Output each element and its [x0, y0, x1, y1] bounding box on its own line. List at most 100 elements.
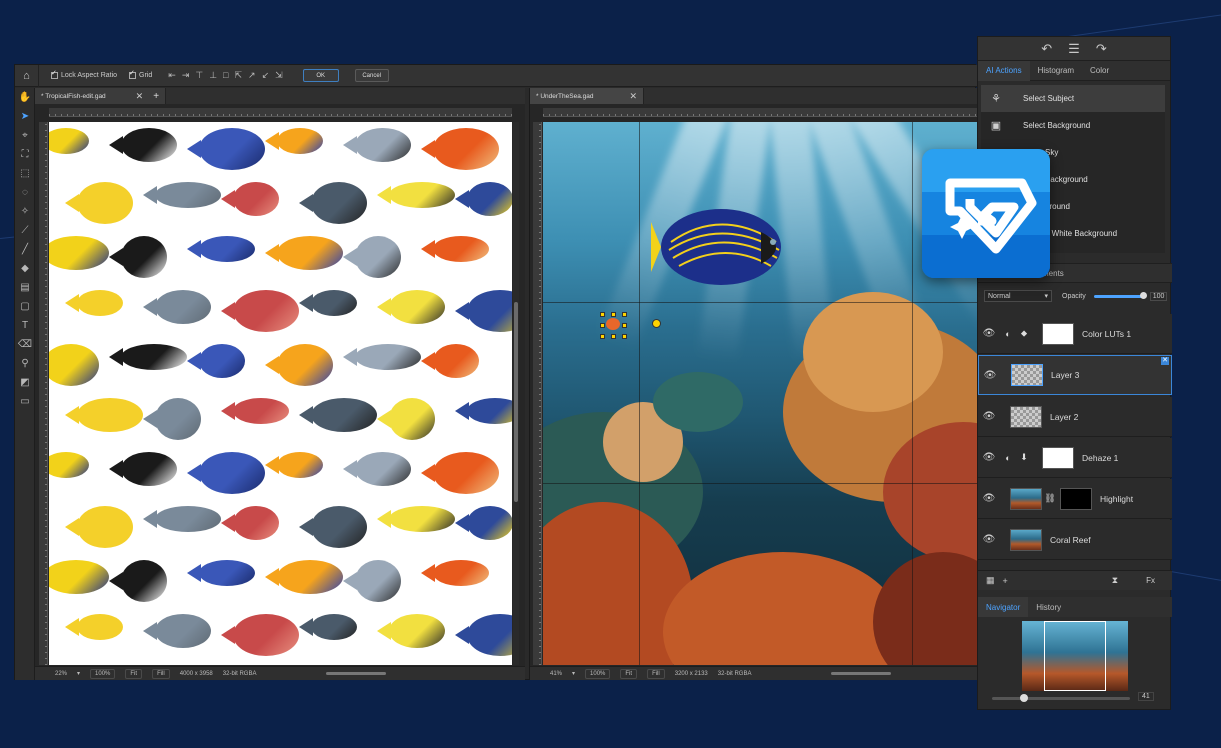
gradient-tool-icon[interactable]: ▤	[15, 278, 35, 297]
add-layer-icon[interactable]: +	[1003, 576, 1008, 586]
tab-color[interactable]: Color	[1082, 61, 1117, 81]
align-right-icon[interactable]: ⇥	[182, 70, 190, 81]
fish-canvas[interactable]	[49, 122, 512, 665]
horizontal-scrollbar[interactable]	[831, 672, 892, 675]
layer-row[interactable]: 👁 Coral Reef	[978, 520, 1172, 560]
ai-action-select-background[interactable]: ▣ Select Background	[981, 112, 1165, 139]
align-center-icon[interactable]: □	[223, 70, 228, 81]
vertical-scrollbar[interactable]	[513, 122, 519, 665]
eye-icon[interactable]: 👁	[979, 370, 1001, 381]
lasso-tool-icon[interactable]: ◌	[15, 183, 35, 202]
color-swatches-icon[interactable]: ◩	[15, 373, 35, 392]
angelfish[interactable]	[651, 202, 801, 292]
fit-button[interactable]: Fit	[125, 668, 143, 679]
merge-icon[interactable]: ⧗	[1112, 575, 1118, 586]
eye-icon[interactable]: 👁	[978, 328, 1000, 339]
layer-row[interactable]: 👁 ◐ ⬇ Dehaze 1	[978, 438, 1172, 478]
selection-handle[interactable]	[611, 312, 616, 317]
close-icon[interactable]: ✕	[1161, 357, 1169, 365]
marquee-tool-icon[interactable]: ⬚	[15, 164, 35, 183]
eyedropper-tool-icon[interactable]: ⟋	[15, 221, 35, 240]
selection-handle[interactable]	[600, 323, 605, 328]
layer-row[interactable]: 👁 ◐ ⬥ Color LUTs 1	[978, 314, 1172, 354]
layer-row[interactable]: 👁 ⛓ Highlight	[978, 479, 1172, 519]
opacity-slider[interactable]	[1093, 291, 1147, 299]
selection-handle[interactable]	[622, 323, 627, 328]
tab-navigator[interactable]: Navigator	[978, 597, 1029, 617]
crop-tool-icon[interactable]: ⛶	[15, 145, 35, 164]
chevron-down-icon[interactable]: ▾	[572, 670, 575, 677]
horizontal-scrollbar[interactable]	[326, 672, 387, 675]
align-left-icon[interactable]: ⇤	[168, 70, 176, 81]
zoom-level[interactable]: 41%	[550, 671, 562, 677]
align-corner-br-icon[interactable]: ⇲	[275, 70, 283, 81]
move-tool-icon[interactable]: ➤	[15, 107, 35, 126]
grid-checkbox[interactable]: Grid	[129, 69, 152, 79]
eye-icon[interactable]: 👁	[978, 534, 1000, 545]
tab-histogram[interactable]: Histogram	[1030, 61, 1082, 81]
selection-handle[interactable]	[600, 312, 605, 317]
doc-tab[interactable]: * TropicalFish-edit.gad ✕ +	[35, 88, 167, 104]
layer-row[interactable]: 👁 Layer 2	[978, 397, 1172, 437]
scroll-thumb[interactable]	[514, 302, 518, 502]
eye-icon[interactable]: 👁	[978, 411, 1000, 422]
lock-aspect-ratio-checkbox[interactable]: Lock Aspect Ratio	[51, 69, 117, 79]
fill-tool-icon[interactable]: ◆	[15, 259, 35, 278]
selection-handle[interactable]	[611, 334, 616, 339]
transform-tool-icon[interactable]: ⌖	[15, 126, 35, 145]
navigator-viewport[interactable]	[1044, 621, 1106, 691]
tab-history[interactable]: History	[1028, 597, 1069, 617]
chevron-down-icon[interactable]: ▾	[77, 670, 80, 677]
fill-button[interactable]: Fill	[647, 668, 665, 679]
cancel-button[interactable]: Cancel	[354, 69, 389, 82]
close-icon[interactable]: ✕	[629, 91, 637, 102]
eye-icon[interactable]: 👁	[978, 493, 1000, 504]
layer-row[interactable]: 👁 Layer 3 ✕	[978, 355, 1172, 395]
zoom-100-button[interactable]: 100%	[585, 668, 611, 679]
navigator-preview[interactable]	[1022, 621, 1128, 691]
align-corner-tr-icon[interactable]: ↗	[248, 70, 256, 81]
align-corner-tl-icon[interactable]: ⇱	[234, 70, 242, 81]
navigator-zoom-value[interactable]: 41	[1138, 692, 1154, 701]
zoom-100-button[interactable]: 100%	[90, 668, 116, 679]
align-corner-bl-icon[interactable]: ↙	[262, 70, 270, 81]
close-icon[interactable]: ✕	[136, 91, 144, 102]
sea-canvas[interactable]	[543, 122, 978, 665]
magic-wand-tool-icon[interactable]: ✧	[15, 202, 35, 221]
shape-tool-icon[interactable]: ▢	[15, 297, 35, 316]
fit-button[interactable]: Fit	[620, 668, 638, 679]
opacity-value[interactable]: 100	[1149, 291, 1168, 301]
rotation-handle[interactable]	[652, 319, 661, 328]
selection-handle[interactable]	[600, 334, 605, 339]
redo-icon[interactable]: ↷	[1096, 41, 1107, 57]
brush-tool-icon[interactable]: ╱	[15, 240, 35, 259]
selection-handle[interactable]	[622, 334, 627, 339]
text-tool-icon[interactable]: T	[15, 316, 35, 335]
fill-button[interactable]: Fill	[152, 668, 170, 679]
link-icon: ⛓	[1044, 493, 1056, 503]
home-icon[interactable]: ⌂	[15, 64, 39, 87]
selected-small-fish[interactable]	[606, 318, 620, 330]
align-bottom-icon[interactable]: ⊥	[209, 70, 217, 81]
eraser-tool-icon[interactable]: ⌫	[15, 335, 35, 354]
selection-handle[interactable]	[622, 312, 627, 317]
slider-knob[interactable]	[1020, 694, 1028, 702]
add-tab-icon[interactable]: +	[153, 91, 159, 102]
fish-sprite	[265, 560, 345, 594]
hand-tool-icon[interactable]: ✋	[15, 88, 35, 107]
fx-icon[interactable]: Fx	[1146, 576, 1155, 585]
clone-tool-icon[interactable]: ⚲	[15, 354, 35, 373]
navigator-zoom-slider[interactable]	[992, 694, 1130, 702]
ok-button[interactable]: OK	[302, 69, 339, 82]
quick-mask-icon[interactable]: ▭	[15, 392, 35, 411]
menu-icon[interactable]: ☰	[1068, 41, 1080, 57]
doc-tab[interactable]: * UnderTheSea.gad ✕	[530, 88, 645, 104]
eye-icon[interactable]: 👁	[978, 452, 1000, 463]
zoom-level[interactable]: 22%	[55, 671, 67, 677]
ai-action-select-subject[interactable]: ⚘ Select Subject	[981, 85, 1165, 112]
new-group-icon[interactable]: ▦	[986, 575, 995, 586]
align-top-icon[interactable]: ⊤	[195, 70, 203, 81]
blend-mode-select[interactable]: Normal ▾	[984, 290, 1052, 302]
undo-icon[interactable]: ↶	[1041, 41, 1052, 57]
tab-ai-actions[interactable]: AI Actions	[978, 60, 1030, 81]
